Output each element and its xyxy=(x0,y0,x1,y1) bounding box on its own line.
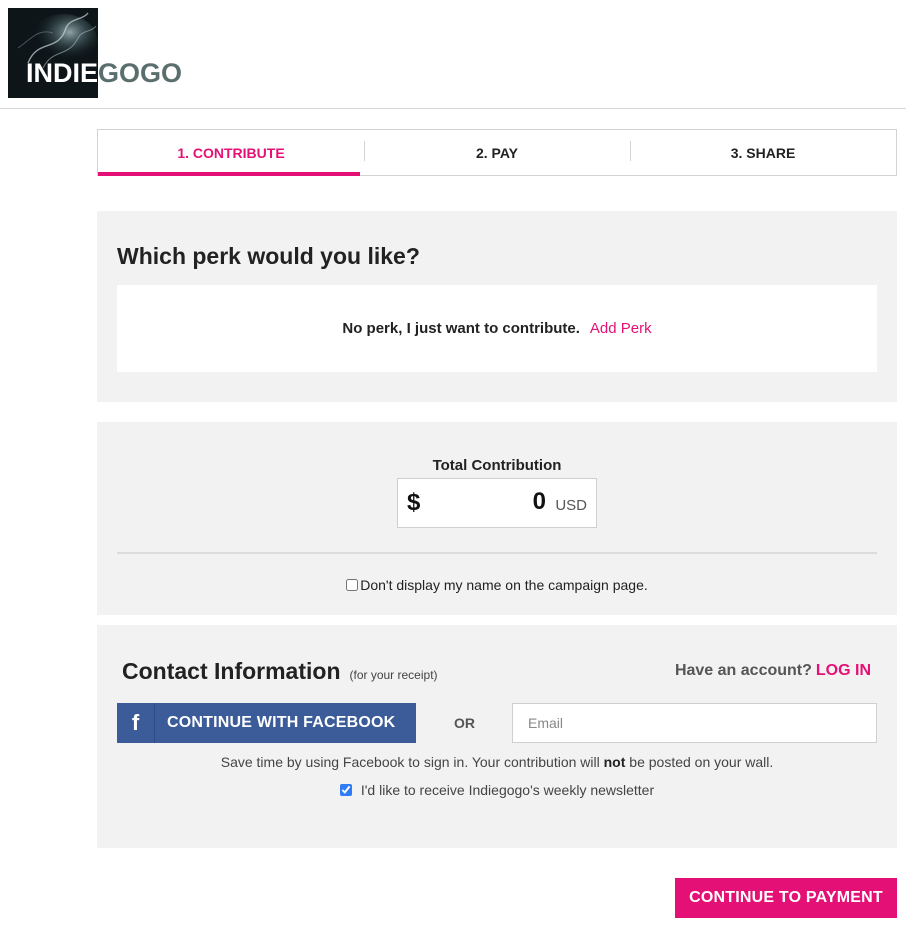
contribution-divider xyxy=(117,552,877,554)
logo-wordmark[interactable]: INDIEGOGO xyxy=(26,58,182,88)
anonymous-checkbox[interactable] xyxy=(346,579,359,591)
facebook-button-label: CONTINUE WITH FACEBOOK xyxy=(167,714,396,731)
newsletter-label: I'd like to receive Indiegogo's weekly n… xyxy=(360,782,655,798)
logo-text-part2: GOGO xyxy=(98,58,183,88)
email-field[interactable] xyxy=(512,703,877,743)
facebook-note: Save time by using Facebook to sign in. … xyxy=(97,754,897,770)
no-perk-text: No perk, I just want to contribute. xyxy=(342,320,580,337)
currency-code: USD xyxy=(555,497,587,514)
logo-text-part1: INDIE xyxy=(26,58,99,88)
facebook-icon: f xyxy=(117,703,155,743)
step-pay[interactable]: 2. PAY xyxy=(364,130,630,175)
newsletter-checkbox[interactable] xyxy=(339,784,352,796)
contact-panel: Contact Information (for your receipt) Ha… xyxy=(97,625,897,848)
fb-note-part1: Save time by using Facebook to sign in. … xyxy=(220,754,604,770)
fb-note-part2: be posted on your wall. xyxy=(625,754,774,770)
perk-option-box: No perk, I just want to contribute. Add … xyxy=(117,285,877,372)
contact-subtitle: (for your receipt) xyxy=(349,668,438,682)
contact-title: Contact Information (for your receipt) xyxy=(122,658,438,685)
account-prompt: Have an account? xyxy=(674,662,812,679)
step-contribute[interactable]: 1. CONTRIBUTE xyxy=(98,130,364,176)
checkout-steps: 1. CONTRIBUTE 2. PAY 3. SHARE xyxy=(97,129,897,176)
fb-note-bold: not xyxy=(603,754,626,770)
or-separator: OR xyxy=(454,715,475,731)
contribution-panel: Total Contribution $ 0 USD Don't display… xyxy=(97,422,897,615)
anonymous-option: Don't display my name on the campaign pa… xyxy=(97,577,897,593)
anonymous-label: Don't display my name on the campaign pa… xyxy=(360,577,648,593)
account-prompt-row: Have an account? LOG IN xyxy=(675,662,871,680)
header-divider xyxy=(0,108,906,109)
total-contribution-label: Total Contribution xyxy=(432,457,562,474)
currency-symbol: $ xyxy=(407,489,421,516)
perk-title: Which perk would you like? xyxy=(117,243,420,269)
continue-to-payment-button[interactable]: CONTINUE TO PAYMENT xyxy=(675,878,897,918)
amount-value[interactable]: 0 xyxy=(533,488,546,516)
add-perk-link[interactable]: Add Perk xyxy=(590,320,652,337)
contact-title-text: Contact Information xyxy=(122,658,341,684)
amount-field[interactable]: $ 0 USD xyxy=(397,478,597,528)
continue-with-facebook-button[interactable]: f CONTINUE WITH FACEBOOK xyxy=(117,703,416,743)
step-share[interactable]: 3. SHARE xyxy=(630,130,896,175)
perk-panel: Which perk would you like? No perk, I ju… xyxy=(97,211,897,402)
login-link[interactable]: LOG IN xyxy=(816,662,871,679)
newsletter-option: I'd like to receive Indiegogo's weekly n… xyxy=(97,782,897,798)
